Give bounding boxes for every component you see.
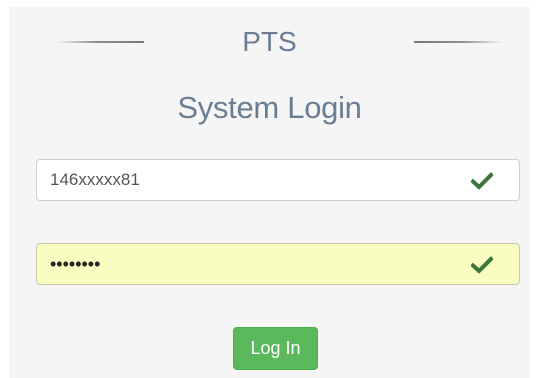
brand-header: PTS xyxy=(9,25,530,65)
checkmark-icon xyxy=(471,172,493,190)
login-button[interactable]: Log In xyxy=(233,327,318,370)
login-panel: PTS System Login 146xxxxx81 •••••••• Log… xyxy=(9,7,530,378)
username-value: 146xxxxx81 xyxy=(50,170,140,189)
login-heading: System Login xyxy=(177,90,362,125)
brand-divider-right xyxy=(414,41,502,43)
password-field[interactable]: •••••••• xyxy=(36,243,520,285)
checkmark-icon xyxy=(471,256,493,274)
username-field[interactable]: 146xxxxx81 xyxy=(36,159,520,201)
password-value: •••••••• xyxy=(50,254,101,274)
